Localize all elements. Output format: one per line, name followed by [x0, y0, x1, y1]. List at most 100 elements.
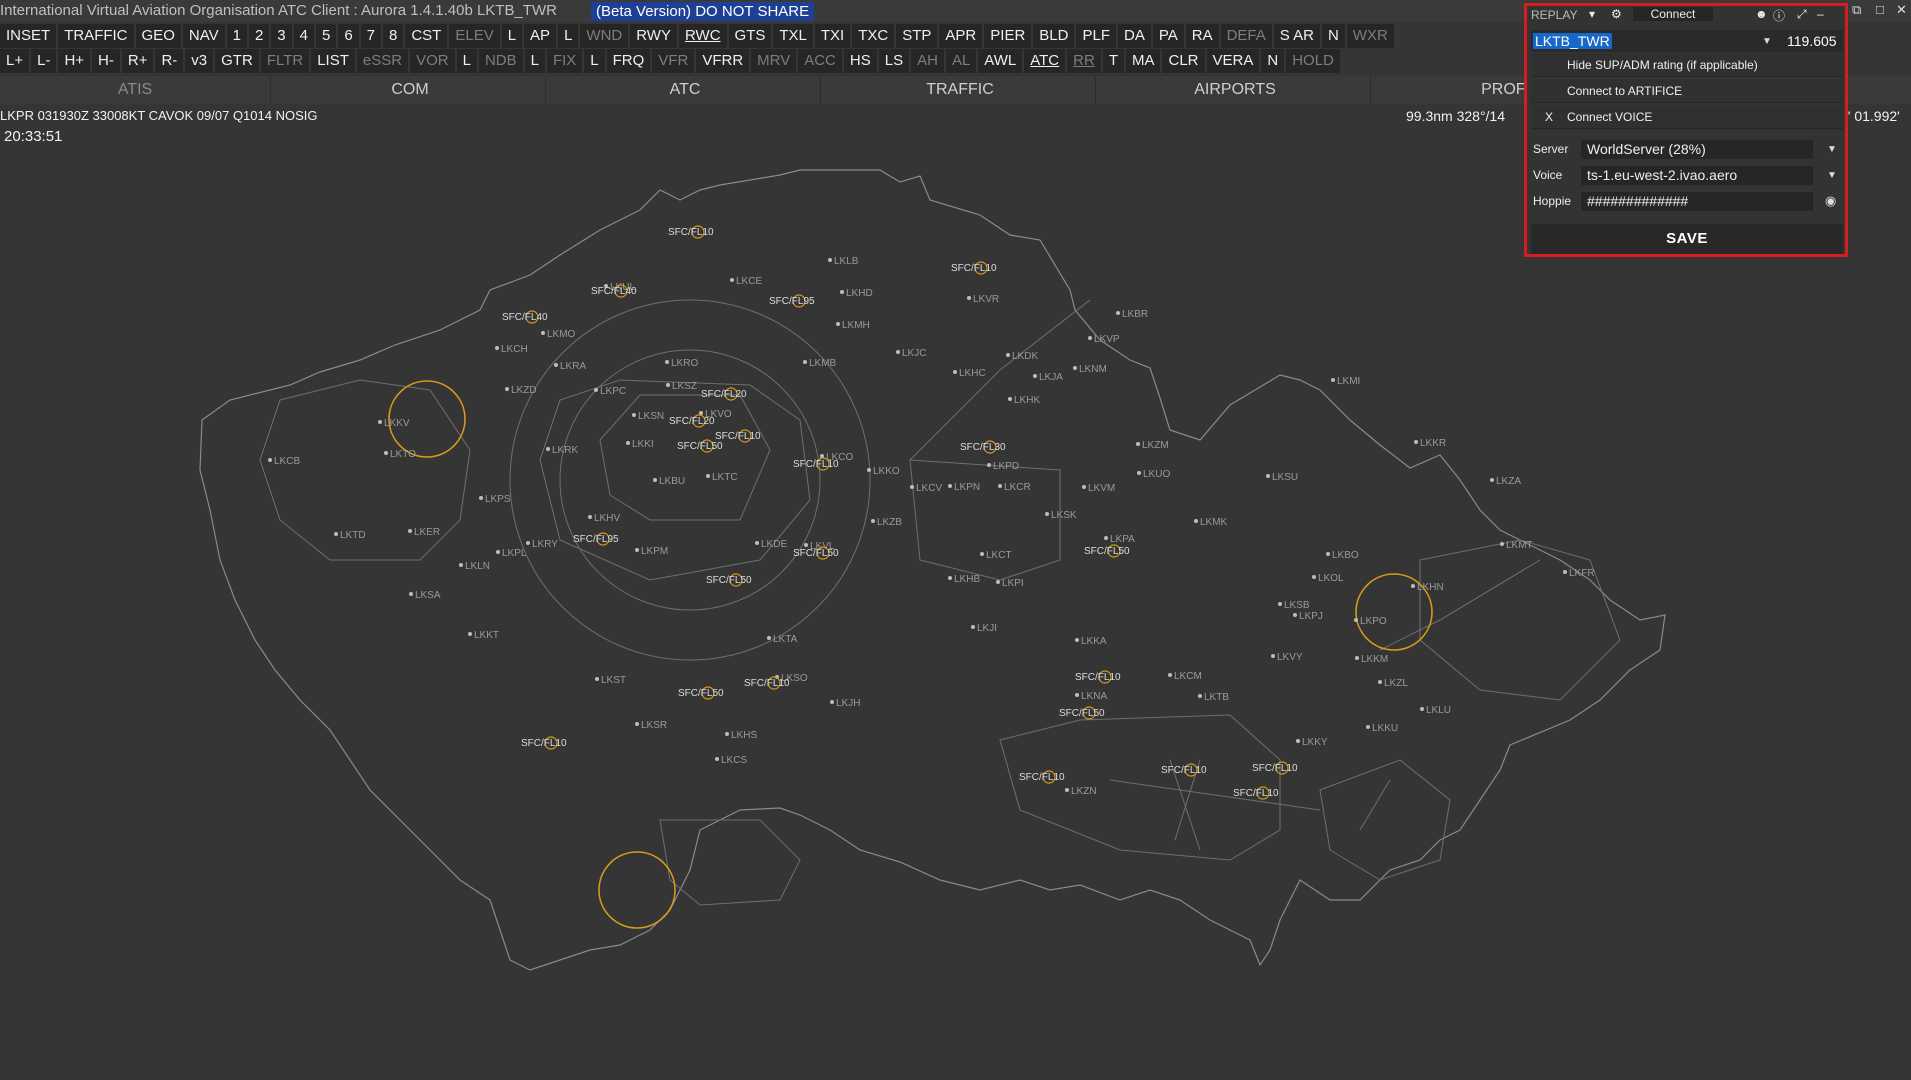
toolbar-button[interactable]: WND [580, 24, 629, 48]
voice-select[interactable]: ts-1.eu-west-2.ivao.aero [1581, 166, 1813, 185]
airport-marker[interactable]: LKKM [1355, 654, 1388, 665]
toolbar-button[interactable]: RR [1067, 49, 1101, 73]
tab-atc[interactable]: ATC [550, 76, 821, 104]
airport-marker[interactable]: LKMB [803, 358, 837, 369]
hoppie-field[interactable]: ############# [1581, 192, 1813, 211]
airport-marker[interactable]: LKTB [1198, 692, 1229, 703]
chevron-down-icon[interactable]: ▾ [1589, 7, 1595, 21]
toolbar-button[interactable]: NAV [182, 24, 225, 48]
chevron-down-icon[interactable]: ▼ [1827, 170, 1837, 181]
dock-icon[interactable]: ⤢ [1797, 7, 1807, 22]
toolbar-button[interactable]: TXC [852, 24, 895, 48]
toolbar-button[interactable]: ATC [1024, 49, 1066, 73]
airport-marker[interactable]: LKMT [1500, 540, 1533, 551]
toolbar-button[interactable]: FLTR [260, 49, 310, 73]
toolbar-button[interactable]: 3 [271, 24, 292, 48]
airport-marker[interactable]: LKBR [1116, 309, 1148, 320]
tab-atis[interactable]: ATIS [0, 76, 271, 104]
toolbar-button[interactable]: L- [31, 49, 57, 73]
airport-marker[interactable]: LKJA [1033, 372, 1063, 383]
toolbar-button[interactable]: AP [524, 24, 557, 48]
airport-marker[interactable]: LKTD [334, 530, 366, 541]
airport-marker[interactable]: LKSZ [666, 381, 697, 392]
airport-marker[interactable]: LKBO [1326, 550, 1359, 561]
toolbar-button[interactable]: CST [405, 24, 448, 48]
airport-marker[interactable]: LKBU [653, 476, 685, 487]
toolbar-button[interactable]: CLR [1162, 49, 1205, 73]
airport-marker[interactable]: LKHK [1008, 395, 1040, 406]
toolbar-button[interactable]: AL [945, 49, 977, 73]
airport-marker[interactable]: LKSU [1266, 472, 1298, 483]
tab-airports[interactable]: AIRPORTS [1100, 76, 1371, 104]
toolbar-button[interactable]: DA [1117, 24, 1151, 48]
airport-marker[interactable]: LKKO [867, 466, 900, 477]
toolbar-button[interactable]: MA [1125, 49, 1161, 73]
close-icon[interactable]: ✕ [1896, 2, 1907, 18]
toolbar-button[interactable]: DEFA [1220, 24, 1272, 48]
toolbar-button[interactable]: L [501, 24, 523, 48]
airport-marker[interactable]: LKJC [896, 348, 926, 359]
save-button[interactable]: SAVE [1531, 224, 1843, 254]
toolbar-button[interactable]: VERA [1206, 49, 1260, 73]
toolbar-button[interactable]: VFR [652, 49, 695, 73]
toolbar-button[interactable]: LIST [311, 49, 355, 73]
airport-marker[interactable]: LKLN [459, 561, 490, 572]
airport-marker[interactable]: LKVR [967, 294, 999, 305]
airport-marker[interactable]: LKZM [1136, 440, 1169, 451]
toolbar-button[interactable]: eSSR [356, 49, 409, 73]
airport-marker[interactable]: LKPM [635, 546, 668, 557]
toolbar-button[interactable]: 5 [315, 24, 337, 48]
airport-marker[interactable]: LKMO [541, 329, 576, 340]
airport-marker[interactable]: LKZA [1490, 476, 1521, 487]
airport-marker[interactable]: LKKT [468, 630, 499, 641]
toolbar-button[interactable]: 8 [383, 24, 404, 48]
airport-marker[interactable]: LKMH [836, 320, 870, 331]
airport-marker[interactable]: LKKR [1414, 438, 1446, 449]
toolbar-button[interactable]: MRV [751, 49, 797, 73]
toolbar-button[interactable]: HS [843, 49, 877, 73]
airport-marker[interactable]: LKMK [1194, 517, 1228, 528]
replay-button[interactable]: REPLAY [1531, 8, 1577, 22]
toolbar-button[interactable]: GTS [728, 24, 772, 48]
airport-marker[interactable]: LKKV [378, 418, 410, 429]
airport-marker[interactable]: LKVY [1271, 652, 1303, 663]
toolbar-button[interactable]: VFRR [696, 49, 750, 73]
toolbar-button[interactable]: VOR [410, 49, 455, 73]
gear-icon[interactable]: ⚙ [1611, 7, 1622, 21]
airport-marker[interactable]: LKCR [998, 482, 1031, 493]
toolbar-button[interactable]: H- [92, 49, 120, 73]
toolbar-button[interactable]: v3 [185, 49, 214, 73]
maximize-icon[interactable]: □ [1876, 2, 1884, 17]
airport-marker[interactable]: LKSB [1278, 600, 1310, 611]
airport-marker[interactable]: LKLU [1420, 705, 1451, 716]
airport-marker[interactable]: LKVM [1082, 483, 1115, 494]
toolbar-button[interactable]: TRAFFIC [58, 24, 134, 48]
airport-marker[interactable]: LKMI [1331, 376, 1360, 387]
option-connect-voice[interactable]: X Connect VOICE [1531, 106, 1843, 129]
airport-marker[interactable]: LKSK [1045, 510, 1077, 521]
airport-marker[interactable]: LKZN [1065, 786, 1097, 797]
airport-marker[interactable]: LKSA [409, 590, 441, 601]
airport-marker[interactable]: LKJI [971, 623, 997, 634]
option-hide-rating[interactable]: Hide SUP/ADM rating (if applicable) [1531, 54, 1843, 77]
user-icon[interactable]: ☻ [1755, 7, 1768, 21]
airport-marker[interactable]: LKFR [1563, 568, 1595, 579]
toolbar-button[interactable]: S AR [1273, 24, 1320, 48]
toolbar-button[interactable]: PLF [1076, 24, 1116, 48]
airport-marker[interactable]: LKDK [1006, 351, 1038, 362]
airport-marker[interactable]: LKJH [830, 698, 860, 709]
airport-marker[interactable]: LKRO [665, 358, 698, 369]
toolbar-button[interactable]: HOLD [1286, 49, 1340, 73]
airport-marker[interactable]: LKZD [505, 385, 537, 396]
airport-marker[interactable]: LKRK [546, 445, 578, 456]
toolbar-button[interactable]: 7 [360, 24, 381, 48]
airport-marker[interactable]: LKER [408, 527, 440, 538]
airport-marker[interactable]: LKVP [1088, 334, 1120, 345]
toolbar-button[interactable]: ACC [798, 49, 842, 73]
toolbar-button[interactable]: L [558, 24, 579, 48]
airport-marker[interactable]: LKPN [948, 482, 980, 493]
airport-marker[interactable]: LKTC [706, 472, 738, 483]
toolbar-button[interactable]: RWY [630, 24, 677, 48]
toolbar-button[interactable]: AH [911, 49, 944, 73]
toolbar-button[interactable]: LS [878, 49, 910, 73]
